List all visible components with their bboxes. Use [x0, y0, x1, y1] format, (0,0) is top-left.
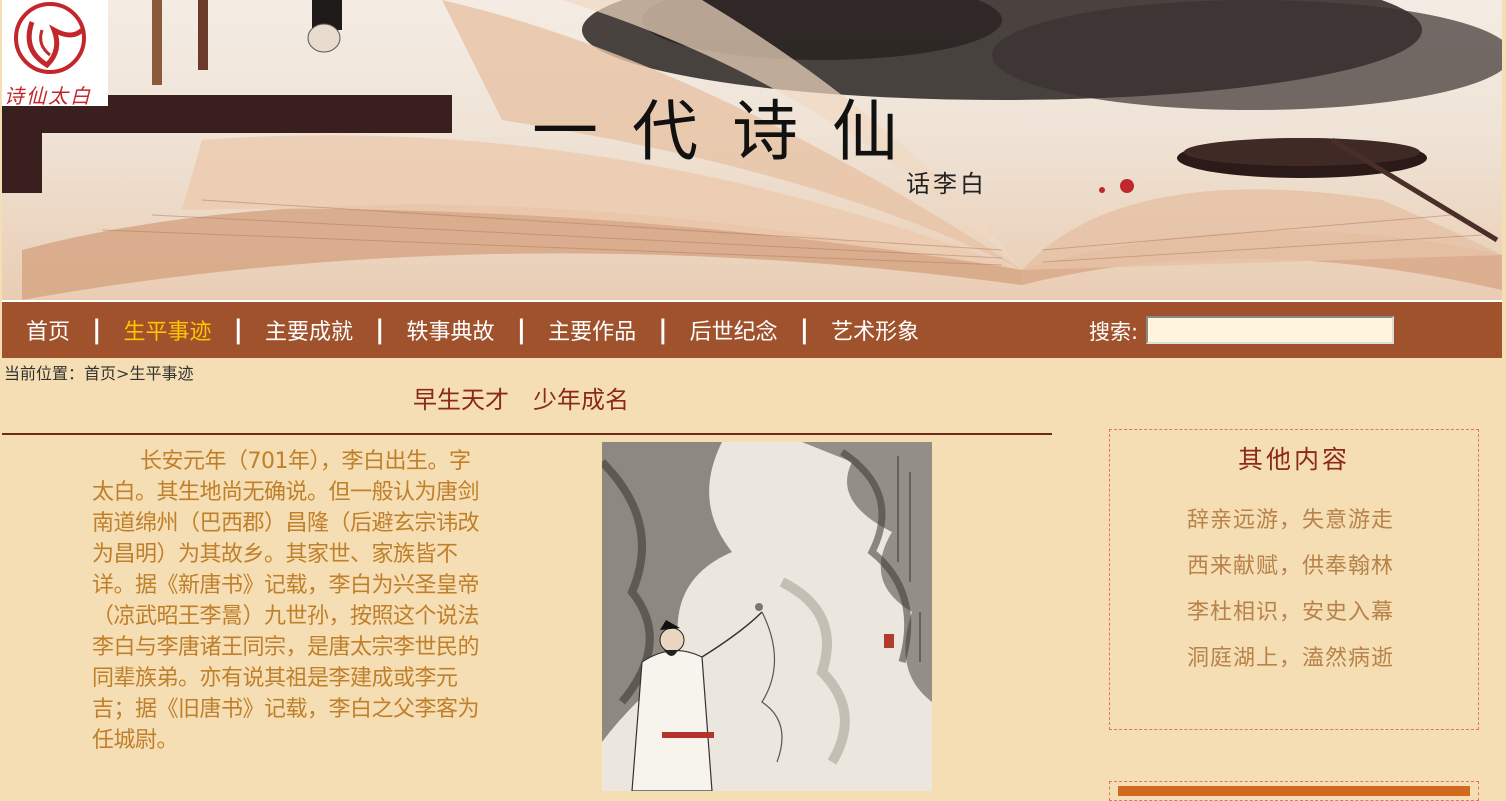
nav-separator: | [375, 315, 385, 345]
other-content-list: 辞亲远游，失意游走 西来献赋，供奉翰林 李杜相识，安史入幕 洞庭湖上，溘然病逝 [1187, 498, 1394, 682]
sidebar-second-box [1109, 781, 1479, 801]
banner-title: 一代诗仙 [532, 93, 932, 170]
breadcrumb-home-link[interactable]: 首页 [84, 364, 116, 383]
li-bai-painting [602, 442, 932, 791]
list-item[interactable]: 西来献赋，供奉翰林 [1187, 544, 1394, 590]
nav-separator: | [658, 315, 668, 345]
banner-subtitle: 话李白 [906, 170, 987, 198]
breadcrumb: 当前位置：首页>生平事迹 [4, 360, 193, 384]
list-item[interactable]: 洞庭湖上，溘然病逝 [1187, 636, 1394, 682]
nav-item-art-image[interactable]: 艺术形象 [831, 314, 919, 346]
list-item[interactable]: 李杜相识，安史入幕 [1187, 590, 1394, 636]
nav-separator: | [516, 315, 527, 345]
article-title: 早生天才 少年成名 [413, 386, 629, 414]
nav-item-achievements[interactable]: 主要成就 [265, 314, 353, 346]
other-content-title: 其他内容 [1237, 445, 1350, 474]
nav-separator: | [92, 315, 102, 345]
breadcrumb-current: 生平事迹 [129, 364, 194, 383]
nav-separator: | [799, 315, 810, 345]
title-divider [2, 433, 1052, 435]
search-input[interactable] [1146, 316, 1394, 344]
nav-item-works[interactable]: 主要作品 [548, 314, 636, 346]
other-content-box: 其他内容 辞亲远游，失意游走 西来献赋，供奉翰林 李杜相识，安史入幕 洞庭湖上，… [1109, 429, 1479, 730]
nav-item-home[interactable]: 首页 [26, 314, 70, 346]
logo-text: 诗仙太白 [4, 84, 92, 108]
painting-image [602, 442, 932, 791]
list-item[interactable]: 辞亲远游，失意游走 [1187, 498, 1394, 544]
search-label: 搜索: [1089, 320, 1139, 344]
nav-item-anecdotes[interactable]: 轶事典故 [407, 314, 495, 346]
nav-separator: | [233, 315, 244, 345]
nav-item-life[interactable]: 生平事迹 [124, 314, 212, 346]
nav-item-memorial[interactable]: 后世纪念 [690, 314, 778, 346]
main-nav: 首页 | 生平事迹 | 主要成就 | 轶事典故 | 主要作品 | 后世纪念 | … [2, 302, 1502, 358]
breadcrumb-prefix: 当前位置： [4, 364, 85, 383]
site-logo[interactable]: 诗仙太白 [2, 0, 108, 108]
article-paragraph: 长安元年（701年），李白出生。字太白。其生地尚无确说。但一般认为唐剑南道绵州（… [92, 449, 480, 753]
breadcrumb-arrow: > [116, 364, 130, 383]
header-banner: 诗仙太白 一代诗仙 话李白 [2, 0, 1502, 302]
sidebar-second-header-bar [1118, 786, 1470, 796]
nav-list: 首页 | 生平事迹 | 主要成就 | 轶事典故 | 主要作品 | 后世纪念 | … [26, 314, 919, 346]
